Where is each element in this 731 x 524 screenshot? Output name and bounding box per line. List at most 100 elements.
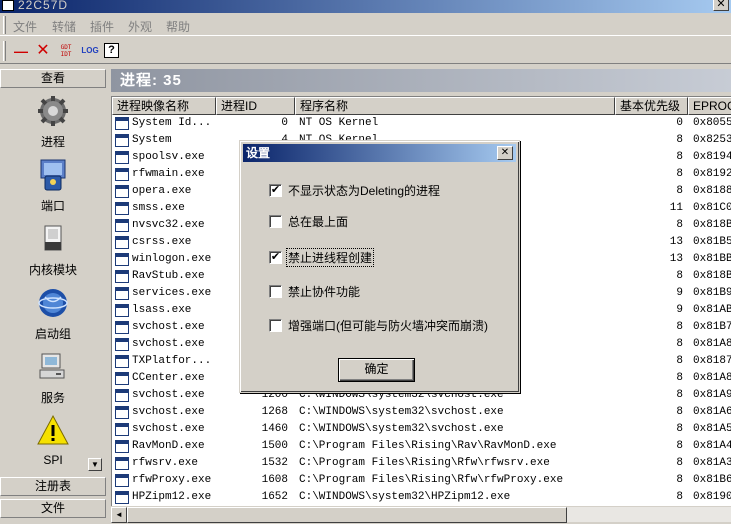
checkbox-always-on-top[interactable] xyxy=(269,214,282,228)
menu-help[interactable]: 帮助 xyxy=(166,18,190,35)
process-icon xyxy=(115,304,129,317)
sidebar-item-services-label: 服务 xyxy=(40,391,65,405)
table-row[interactable]: svchost.exe 1460 C:\WINDOWS\system32\svcho… xyxy=(112,421,731,438)
sidebar-item-services[interactable]: 服务 xyxy=(3,350,103,406)
sidebar-scroll-down-button[interactable]: ▼ xyxy=(88,458,102,471)
option-enhanced-port[interactable]: 增强端口(但可能与防火墙冲突而崩溃) xyxy=(269,317,489,333)
checkbox-hide-deleting[interactable]: ✔ xyxy=(269,183,282,197)
sidebar-item-kernel-modules-label: 内核模块 xyxy=(28,263,77,277)
cell-eprocess: 0x82532 xyxy=(693,134,731,146)
process-icon xyxy=(115,406,129,419)
minus-icon[interactable]: — xyxy=(11,42,31,60)
cell-image-name: RavMonD.exe xyxy=(132,440,205,452)
cell-image-name: TXPlatfor... xyxy=(132,355,212,367)
sidebar-item-port[interactable]: 端口 xyxy=(3,158,103,214)
sidebar-item-port-label: 端口 xyxy=(40,199,65,213)
checkbox-block-thread-creation[interactable]: ✔ xyxy=(269,250,282,264)
menu-plugins[interactable]: 插件 xyxy=(90,18,114,35)
process-icon xyxy=(115,474,129,487)
option-hide-deleting[interactable]: ✔ 不显示状态为Deleting的进程 xyxy=(269,182,441,198)
cell-image-name: svchost.exe xyxy=(132,406,205,418)
process-icon xyxy=(115,321,129,334)
menubar-grip xyxy=(3,16,6,34)
table-row[interactable]: HPZipm12.exe 1652 C:\WINDOWS\system32\HPZi… xyxy=(112,489,731,506)
cell-base-priority: 8 xyxy=(676,372,683,384)
cell-image-name: nvsvc32.exe xyxy=(132,219,205,231)
process-icon xyxy=(115,236,129,249)
process-icon xyxy=(115,440,129,453)
window-close-button[interactable]: ✕ xyxy=(713,0,729,11)
table-row[interactable]: rfwProxy.exe 1608 C:\Program Files\Rising\… xyxy=(112,472,731,489)
column-pid[interactable]: 进程ID xyxy=(216,97,295,115)
cell-eprocess: 0x81943 xyxy=(693,151,731,163)
cell-eprocess: 0x81A82 xyxy=(693,372,731,384)
process-icon xyxy=(115,270,129,283)
table-row[interactable]: rfwsrv.exe 1532 C:\Program Files\Rising\Rf… xyxy=(112,455,731,472)
scroll-left-button[interactable]: ◄ xyxy=(111,507,127,523)
checkbox-enhanced-port[interactable] xyxy=(269,318,282,332)
sidebar-item-process[interactable]: 进程 xyxy=(3,94,103,150)
cell-image-name: svchost.exe xyxy=(132,389,205,401)
sidebar-footer-files[interactable]: 文件 xyxy=(0,499,106,518)
cell-eprocess: 0x81C06 xyxy=(693,202,731,214)
log-icon[interactable]: LOG xyxy=(80,42,100,60)
dialog-title: 设置 xyxy=(246,146,271,160)
column-image-name[interactable]: 进程映像名称 xyxy=(112,97,216,115)
close-red-icon[interactable]: ✕ xyxy=(33,42,53,60)
cell-image-name: spoolsv.exe xyxy=(132,151,205,163)
cell-image-name: RavStub.exe xyxy=(132,270,205,282)
column-program-name[interactable]: 程序名称 xyxy=(295,97,615,115)
cell-eprocess: 0x8190D xyxy=(693,491,731,503)
cell-image-name: services.exe xyxy=(132,287,212,299)
cell-base-priority: 8 xyxy=(676,185,683,197)
sidebar-header-view[interactable]: 查看 xyxy=(0,69,106,88)
cell-base-priority: 8 xyxy=(676,440,683,452)
cell-base-priority: 9 xyxy=(676,287,683,299)
menu-file[interactable]: 文件 xyxy=(13,18,37,35)
column-base-priority[interactable]: 基本优先级 xyxy=(615,97,688,115)
gdt-idt-icon[interactable]: GDT IDT xyxy=(56,42,76,60)
help-icon[interactable]: ? xyxy=(104,43,119,58)
process-icon xyxy=(115,151,129,164)
cell-eprocess: 0x81A57 xyxy=(693,423,731,435)
checkbox-disable-helper[interactable] xyxy=(269,284,282,298)
scrollbar-thumb[interactable] xyxy=(127,507,567,523)
menu-appearance[interactable]: 外观 xyxy=(128,18,152,35)
cell-base-priority: 8 xyxy=(676,423,683,435)
option-disable-helper[interactable]: 禁止协件功能 xyxy=(269,283,361,299)
option-label: 禁止进线程创建 xyxy=(285,247,375,267)
cell-eprocess: 0x8188D xyxy=(693,185,731,197)
column-eprocess[interactable]: EPROCESS xyxy=(688,97,731,115)
cell-program-name: C:\Program Files\Rising\Rav\RavMonD.exe xyxy=(299,440,557,452)
cell-pid: 1652 xyxy=(261,491,288,503)
process-icon xyxy=(115,117,129,130)
table-row[interactable]: svchost.exe 1268 C:\WINDOWS\system32\svcho… xyxy=(112,404,731,421)
cell-eprocess: 0x81925 xyxy=(693,168,731,180)
dialog-close-button[interactable]: ✕ xyxy=(497,146,513,160)
process-icon xyxy=(115,457,129,470)
sidebar-footer-registry[interactable]: 注册表 xyxy=(0,477,106,496)
sidebar-item-startup[interactable]: 启动组 xyxy=(3,286,103,342)
cell-eprocess: 0x81B50 xyxy=(693,236,731,248)
process-icon xyxy=(115,287,129,300)
cell-base-priority: 8 xyxy=(676,491,683,503)
globe-icon xyxy=(38,289,68,317)
cell-eprocess: 0x81B66 xyxy=(693,474,731,486)
sidebar-item-kernel-modules[interactable]: 内核模块 xyxy=(3,222,103,278)
cell-eprocess: 0x81B92 xyxy=(693,287,731,299)
cell-image-name: rfwsrv.exe xyxy=(132,457,199,469)
ok-button[interactable]: 确定 xyxy=(338,358,415,382)
table-row[interactable]: System Id... 0 NT OS Kernel 0 0x8055A xyxy=(112,115,731,132)
table-row[interactable]: RavMonD.exe 1500 C:\Program Files\Rising\R… xyxy=(112,438,731,455)
cell-image-name: System Id... xyxy=(132,117,212,129)
menu-dump[interactable]: 转储 xyxy=(52,18,76,35)
settings-dialog: 设置 ✕ ✔ 不显示状态为Deleting的进程 总在最上面 ✔ 禁止进线程创建… xyxy=(239,140,520,393)
cell-base-priority: 13 xyxy=(669,236,683,248)
horizontal-scrollbar[interactable]: ◄ xyxy=(111,506,731,523)
cell-eprocess: 0x81A81 xyxy=(693,338,731,350)
option-always-on-top[interactable]: 总在最上面 xyxy=(269,213,349,229)
option-block-thread-creation[interactable]: ✔ 禁止进线程创建 xyxy=(269,247,375,267)
cell-base-priority: 8 xyxy=(676,355,683,367)
process-icon xyxy=(115,134,129,147)
option-label: 增强端口(但可能与防火墙冲突而崩溃) xyxy=(288,318,488,333)
